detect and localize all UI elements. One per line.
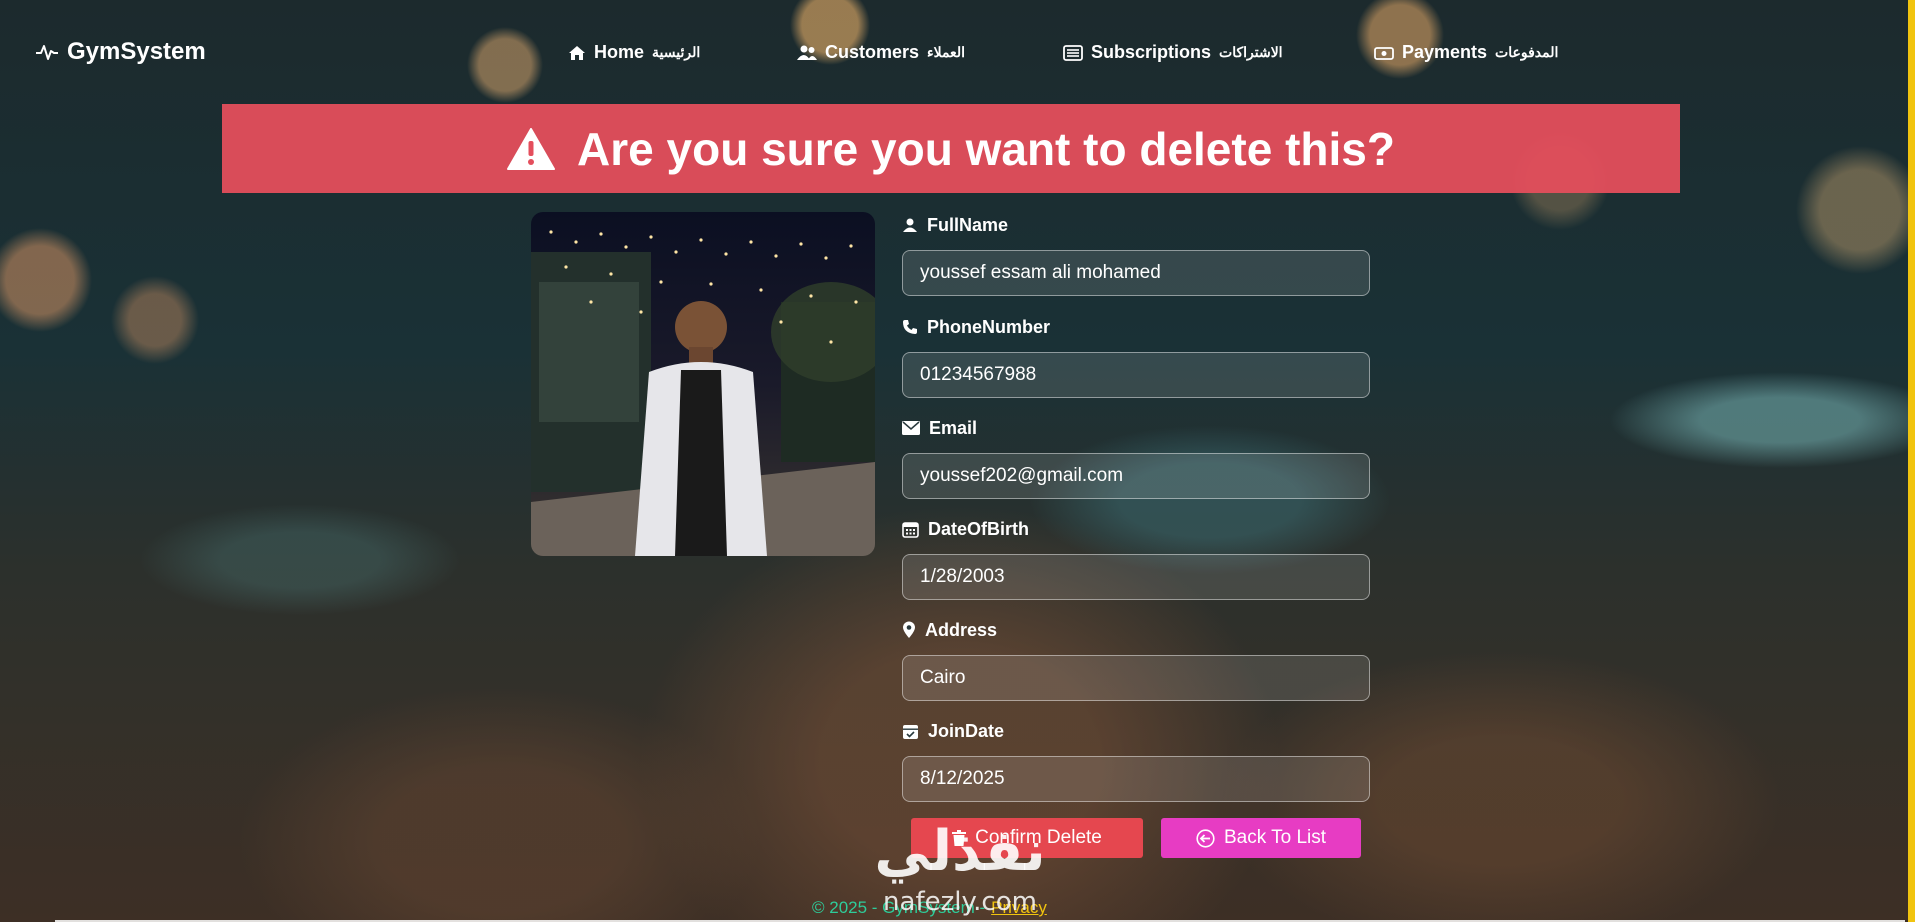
email-field[interactable]: youssef202@gmail.com [902,453,1370,499]
navbar: GymSystem Home الرئيسية Customers العملا… [0,0,1915,108]
nav-payments-label: Payments [1402,42,1488,62]
nav-item-home[interactable]: Home الرئيسية [568,42,700,63]
pulse-icon [36,45,58,60]
nav-subscriptions-label: Subscriptions [1091,42,1212,62]
delete-warning-banner: Are you sure you want to delete this? [222,104,1680,193]
brand-name: GymSystem [67,38,206,65]
banner-title: Are you sure you want to delete this? [577,122,1395,175]
arrow-left-circle-icon [1196,828,1215,848]
nafezly-watermark-logo: نفذلي nafezly.com [874,819,1045,917]
phonenumber-field[interactable]: 01234567988 [902,352,1370,398]
dateofbirth-label: DateOfBirth [928,518,1030,539]
nav-item-customers[interactable]: Customers العملاء [797,42,965,63]
fullname-field[interactable]: youssef essam ali mohamed [902,250,1370,296]
joindate-label: JoinDate [928,720,1005,741]
nav-customers-arabic: العملاء [927,44,965,60]
customer-photo [531,212,875,556]
field-dateofbirth: DateOfBirth 1/28/2003 [902,516,1370,600]
scrollbar[interactable] [1908,0,1915,922]
home-icon [569,45,585,60]
calendar-check-icon [903,724,918,739]
list-card-icon [1063,44,1083,61]
back-to-list-button[interactable]: Back To List [1161,818,1361,858]
brand-link[interactable]: GymSystem [35,38,206,66]
nav-home-arabic: الرئيسية [652,44,701,60]
field-joindate: JoinDate 8/12/2025 [902,718,1370,802]
users-icon [797,45,817,60]
joindate-field[interactable]: 8/12/2025 [902,756,1370,802]
nav-subscriptions-arabic: الاشتراكات [1219,44,1283,60]
fullname-label: FullName [927,214,1009,235]
envelope-icon [902,421,920,435]
dateofbirth-field[interactable]: 1/28/2003 [902,554,1370,600]
back-to-list-label: Back To List [1223,827,1327,848]
warning-triangle-icon [507,127,556,170]
person-icon [903,218,917,232]
phonenumber-label: PhoneNumber [927,316,1051,337]
nav-item-subscriptions[interactable]: Subscriptions الاشتراكات [1063,42,1283,63]
email-label: Email [929,417,978,438]
calendar-grid-icon [902,521,919,538]
field-address: Address Cairo [902,617,1370,701]
nav-payments-arabic: المدفوعات [1495,44,1559,60]
field-phonenumber: PhoneNumber 01234567988 [902,314,1370,398]
cash-icon [1374,46,1394,60]
nav-home-label: Home [594,42,645,62]
svg-text:نفذلي: نفذلي [874,819,1045,884]
location-pin-icon [903,621,915,638]
phone-icon [903,320,917,334]
nav-customers-label: Customers [825,42,920,62]
svg-text:nafezly.com: nafezly.com [883,887,1037,917]
nav-item-payments[interactable]: Payments المدفوعات [1374,42,1558,63]
address-label: Address [925,619,998,640]
field-fullname: FullName youssef essam ali mohamed [902,212,1370,296]
address-field[interactable]: Cairo [902,655,1370,701]
field-email: Email youssef202@gmail.com [902,415,1370,499]
